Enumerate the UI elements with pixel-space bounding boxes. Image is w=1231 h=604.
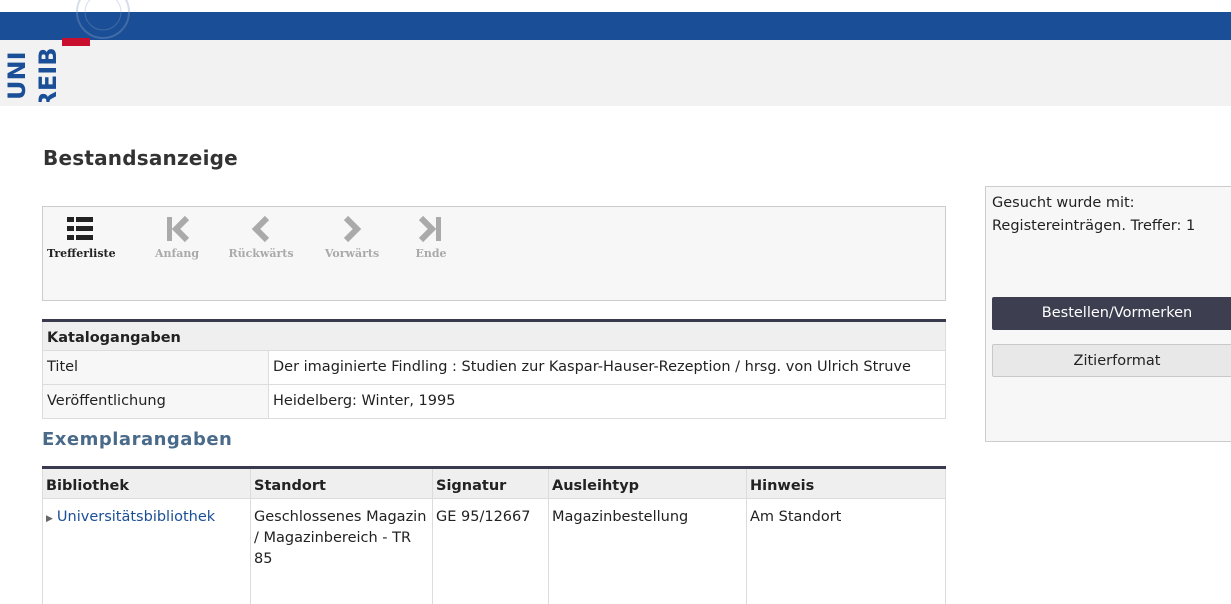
column-header: Bibliothek bbox=[42, 467, 251, 499]
nav-ende[interactable]: Ende bbox=[409, 213, 453, 260]
chevron-left-icon bbox=[251, 215, 270, 243]
nav-label: Anfang bbox=[154, 247, 200, 260]
cite-button[interactable]: Zitierformat bbox=[992, 344, 1231, 377]
loan-type-cell: Magazinbestellung bbox=[548, 498, 747, 604]
university-logo[interactable]: UNI FREIB bbox=[0, 0, 130, 106]
note-cell: Am Standort bbox=[746, 498, 946, 604]
last-page-icon bbox=[418, 215, 441, 243]
page-title: Bestandsanzeige bbox=[43, 146, 238, 170]
caret-right-icon: ▶ bbox=[46, 514, 53, 524]
row-label: Veröffentlichung bbox=[42, 384, 269, 419]
table-header-row: Katalogangaben bbox=[42, 320, 946, 351]
section-title: Exemplarangaben bbox=[42, 429, 233, 450]
column-header: Ausleihtyp bbox=[548, 467, 747, 499]
nav-anfang[interactable]: Anfang bbox=[149, 213, 205, 260]
table-header-row: Bibliothek Standort Signatur Ausleihtyp … bbox=[42, 467, 946, 499]
logo-freib-text: FREIB bbox=[34, 48, 62, 103]
logo-uni-text: UNI bbox=[4, 51, 30, 100]
chevron-right-icon bbox=[343, 215, 362, 243]
holdings-table: Bibliothek Standort Signatur Ausleihtyp … bbox=[42, 466, 946, 604]
column-header: Signatur bbox=[432, 467, 549, 499]
svg-text:FREIB: FREIB bbox=[34, 48, 62, 103]
nav-label: Rückwärts bbox=[228, 247, 294, 260]
search-info: Registereinträgen. Treffer: 1 bbox=[992, 218, 1196, 234]
header-area bbox=[0, 40, 1231, 106]
row-label: Titel bbox=[42, 350, 269, 385]
signature-cell: GE 95/12667 bbox=[432, 498, 549, 604]
location-cell: Geschlossenes Magazin / Magazinbereich -… bbox=[250, 498, 433, 604]
row-value: Heidelberg: Winter, 1995 bbox=[268, 384, 946, 419]
top-brand-bar bbox=[0, 12, 1231, 40]
first-page-icon bbox=[167, 215, 190, 243]
nav-rueckwaerts[interactable]: Rückwärts bbox=[225, 213, 297, 260]
table-row: Titel Der imaginierte Findling : Studien… bbox=[42, 350, 946, 385]
sidebar-panel: Gesucht wurde mit: Registereinträgen. Tr… bbox=[985, 186, 1231, 442]
table-row: Veröffentlichung Heidelberg: Winter, 199… bbox=[42, 384, 946, 419]
row-value: Der imaginierte Findling : Studien zur K… bbox=[268, 350, 946, 385]
column-header: Standort bbox=[250, 467, 433, 499]
order-button[interactable]: Bestellen/Vormerken bbox=[992, 297, 1231, 330]
column-header: Hinweis bbox=[746, 467, 946, 499]
table-row: ▶ Universitätsbibliothek Geschlossenes Ma… bbox=[42, 498, 946, 604]
result-navigation-toolbar: Trefferliste Anfang Rückwärts Vorwärts E… bbox=[42, 206, 946, 301]
svg-text:UNI: UNI bbox=[4, 51, 30, 100]
nav-label: Trefferliste bbox=[47, 247, 116, 260]
title-value: Der imaginierte Findling : Studien zur K… bbox=[273, 359, 911, 375]
catalog-table: Katalogangaben Titel Der imaginierte Fin… bbox=[42, 319, 946, 419]
nav-label: Ende bbox=[415, 247, 447, 260]
nav-label: Vorwärts bbox=[324, 247, 380, 260]
catalog-heading: Katalogangaben bbox=[42, 320, 946, 351]
nav-trefferliste[interactable]: Trefferliste bbox=[47, 213, 116, 260]
library-cell[interactable]: ▶ Universitätsbibliothek bbox=[42, 498, 251, 604]
nav-vorwaerts[interactable]: Vorwärts bbox=[321, 213, 383, 260]
list-icon bbox=[67, 217, 93, 240]
library-link[interactable]: Universitätsbibliothek bbox=[57, 509, 215, 525]
seal-emblem bbox=[76, 0, 130, 39]
search-label: Gesucht wurde mit: bbox=[992, 195, 1135, 211]
